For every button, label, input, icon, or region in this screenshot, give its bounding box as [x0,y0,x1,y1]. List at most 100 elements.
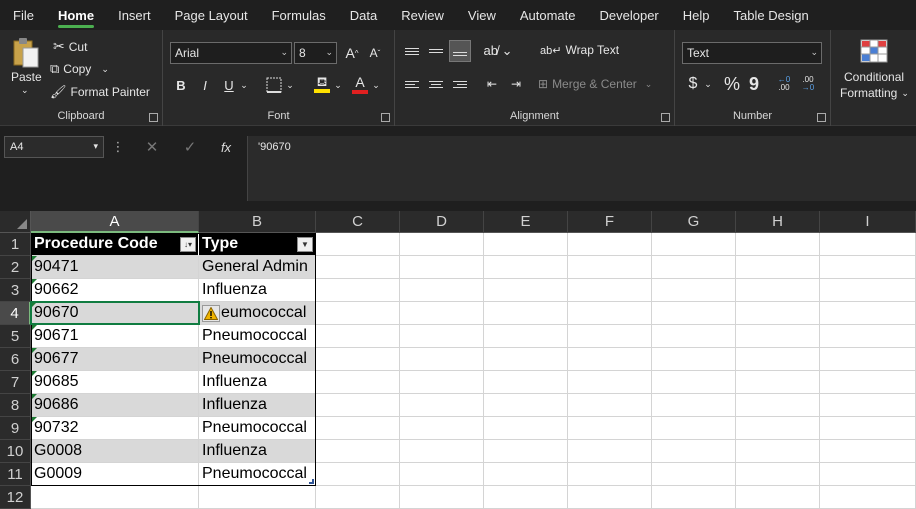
cell[interactable] [568,463,652,486]
increase-indent-icon[interactable]: ⇥ [505,73,527,95]
paste-dropdown-icon[interactable]: ⌄ [21,85,29,96]
cell[interactable] [652,371,736,394]
cell[interactable] [316,440,400,463]
decrease-indent-icon[interactable]: ⇤ [481,73,503,95]
row-header-12[interactable]: 12 [0,486,31,509]
table-cell[interactable]: Pneumococcal [199,325,316,348]
cell[interactable] [400,440,484,463]
fill-color-icon[interactable]: ⛾ [311,72,333,96]
select-all-corner[interactable] [0,211,31,233]
cell[interactable] [568,233,652,256]
table-cell[interactable]: General Admin [199,256,316,279]
number-format-select[interactable]: Text ⌄ [682,42,822,64]
cell[interactable] [400,279,484,302]
conditional-formatting-icon[interactable] [859,38,889,64]
cell[interactable] [820,463,916,486]
row-header-1[interactable]: 1 [0,233,31,256]
more-options-icon[interactable]: ⋮ [112,137,125,157]
row-header-2[interactable]: 2 [0,256,31,279]
font-name-select[interactable]: Arial ⌄ [170,42,292,64]
row-header-10[interactable]: 10 [0,440,31,463]
cell[interactable] [736,325,820,348]
increase-font-size-icon[interactable]: A ^ [343,42,361,64]
cell[interactable] [820,417,916,440]
bold-button[interactable]: B [171,74,191,96]
name-box[interactable]: A4 ▾ [4,136,104,158]
cell[interactable] [568,325,652,348]
cell[interactable] [652,417,736,440]
table-cell[interactable]: 90677 [31,348,199,371]
insert-function-icon[interactable]: fx [215,137,237,157]
table-cell[interactable]: 90686 [31,394,199,417]
cell[interactable] [568,371,652,394]
cell[interactable] [820,348,916,371]
column-header-i[interactable]: I [820,211,916,233]
row-header-7[interactable]: 7 [0,371,31,394]
column-header-d[interactable]: D [400,211,484,233]
table-cell[interactable]: Influenza [199,279,316,302]
currency-button[interactable]: $ [685,73,701,95]
cell[interactable] [400,486,484,509]
sort-filter-icon[interactable]: ↓▾ [180,237,196,252]
table-resize-handle-icon[interactable] [309,479,314,484]
alignment-launcher-icon[interactable] [661,113,670,122]
cell[interactable] [736,256,820,279]
enter-check-icon[interactable]: ✓ [180,137,200,157]
table-header-type[interactable]: Type ▼ [199,233,316,256]
cell[interactable] [316,394,400,417]
table-cell[interactable]: 90685 [31,371,199,394]
column-header-f[interactable]: F [568,211,652,233]
cell[interactable] [652,256,736,279]
cell[interactable] [652,325,736,348]
row-header-3[interactable]: 3 [0,279,31,302]
tab-developer[interactable]: Developer [588,0,671,30]
table-cell[interactable]: G0008 [31,440,199,463]
paste-button[interactable]: Paste [11,70,42,84]
warning-icon[interactable] [202,304,220,322]
cell[interactable] [400,325,484,348]
merge-center-button[interactable]: ⊞ Merge & Center ⌄ [538,77,652,91]
tab-formulas[interactable]: Formulas [260,0,338,30]
table-cell[interactable]: Influenza [199,371,316,394]
cell[interactable] [652,440,736,463]
italic-button[interactable]: I [195,74,215,96]
cell[interactable] [652,279,736,302]
copy-button[interactable]: ⧉ Copy ⌄ [50,61,109,77]
table-cell[interactable]: 90670 [31,302,199,325]
cell[interactable] [484,463,568,486]
cell[interactable] [568,279,652,302]
cell[interactable] [316,463,400,486]
cell[interactable] [820,279,916,302]
cell[interactable] [31,486,199,509]
cell[interactable] [316,279,400,302]
align-center-icon[interactable] [425,73,447,95]
cell[interactable] [484,279,568,302]
cell[interactable] [736,417,820,440]
cell[interactable] [484,256,568,279]
formula-input[interactable]: '90670 [247,136,916,201]
chevron-down-icon[interactable]: ⌄ [703,73,713,95]
table-cell[interactable]: 90662 [31,279,199,302]
cell[interactable] [400,302,484,325]
cell[interactable] [820,233,916,256]
cell[interactable] [316,486,400,509]
cell[interactable] [316,325,400,348]
paste-icon[interactable] [8,36,44,70]
column-header-b[interactable]: B [199,211,316,233]
decrease-decimal-icon[interactable]: .00 →0 [797,73,819,95]
table-cell[interactable]: 90471 [31,256,199,279]
cell[interactable] [568,486,652,509]
column-header-e[interactable]: E [484,211,568,233]
cell[interactable] [316,233,400,256]
cell[interactable] [736,371,820,394]
tab-file[interactable]: File [0,0,46,30]
bottom-align-icon[interactable] [449,40,471,62]
cell[interactable] [484,486,568,509]
chevron-down-icon[interactable]: ⌄ [333,74,343,96]
cell[interactable] [652,302,736,325]
cut-button[interactable]: ✂ Cut [53,38,87,55]
column-header-g[interactable]: G [652,211,736,233]
cell[interactable] [652,233,736,256]
cell[interactable] [400,371,484,394]
tab-table-design[interactable]: Table Design [722,0,821,30]
